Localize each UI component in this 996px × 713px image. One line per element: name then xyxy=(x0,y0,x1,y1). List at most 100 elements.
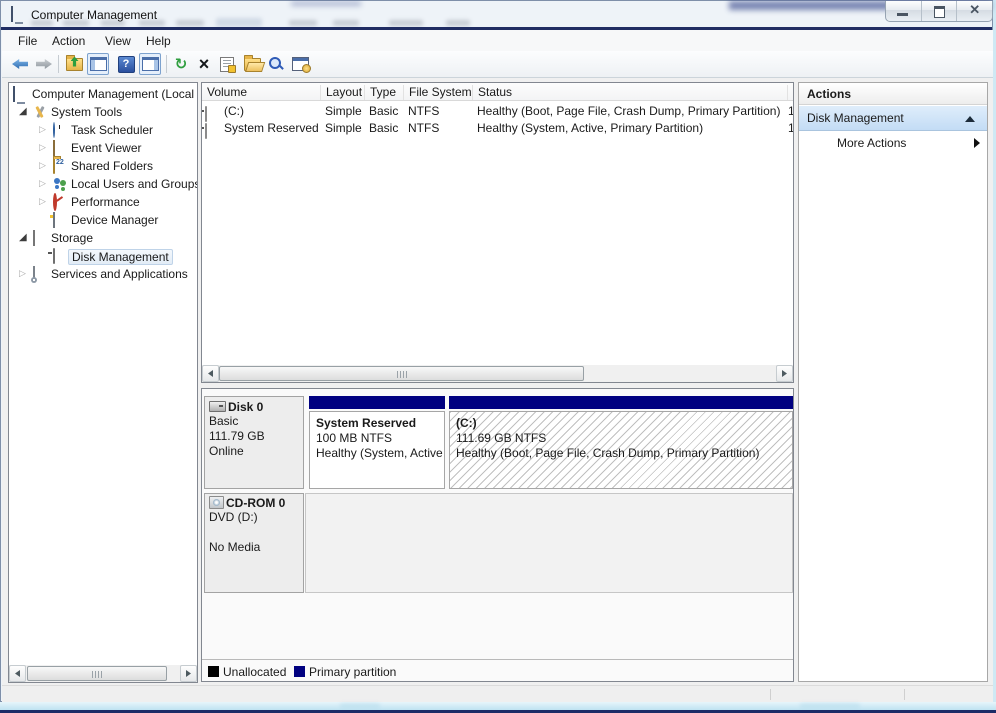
tree-item-local-users-and-groups[interactable]: ▷ Local Users and Groups xyxy=(9,175,197,193)
properties-button[interactable] xyxy=(216,53,238,75)
cdrom-media-area[interactable] xyxy=(305,493,793,593)
up-one-level-button[interactable] xyxy=(63,53,85,75)
status-bar xyxy=(2,685,993,702)
device-manager-icon xyxy=(53,212,55,228)
open-button[interactable] xyxy=(241,53,263,75)
tree-item-computer-management[interactable]: Computer Management (Local xyxy=(9,85,197,103)
collapsed-triangle-icon[interactable]: ▷ xyxy=(39,141,51,155)
collapsed-triangle-icon[interactable]: ▷ xyxy=(39,123,51,137)
tree-item-disk-management[interactable]: Disk Management xyxy=(9,247,197,265)
disk0-info-cell[interactable]: Disk 0 Basic 111.79 GB Online xyxy=(204,396,304,489)
menu-bar: File Action View Help xyxy=(2,30,993,51)
partition-status: Healthy (System, Active xyxy=(316,446,438,461)
storage-icon xyxy=(33,230,35,246)
refresh-button[interactable]: ↻ xyxy=(170,53,192,75)
scroll-right-button[interactable] xyxy=(776,365,793,382)
cell-file-system: NTFS xyxy=(408,121,470,135)
column-header-capacity[interactable]: C xyxy=(787,85,794,100)
menu-help[interactable]: Help xyxy=(142,33,175,49)
scrollbar-thumb[interactable] xyxy=(27,666,167,681)
forward-button[interactable] xyxy=(33,53,55,75)
cdrom-state: No Media xyxy=(209,540,299,555)
background-window-blur xyxy=(289,20,317,26)
unallocated-swatch xyxy=(208,666,219,677)
tree-item-shared-folders[interactable]: ▷ Shared Folders xyxy=(9,157,197,175)
cell-capacity: 10 xyxy=(788,121,794,135)
show-action-pane-button[interactable] xyxy=(139,53,161,75)
partition-system-reserved[interactable]: System Reserved 100 MB NTFS Healthy (Sys… xyxy=(309,396,445,489)
primary-partition-bar xyxy=(309,396,445,409)
find-button[interactable] xyxy=(265,53,287,75)
scroll-left-button[interactable] xyxy=(9,665,26,682)
partition-detail: 100 MB NTFS xyxy=(316,431,438,446)
task-scheduler-icon xyxy=(53,122,55,138)
cell-status: Healthy (System, Active, Primary Partiti… xyxy=(477,121,785,135)
open-folder-icon xyxy=(244,58,261,71)
action-pane-icon xyxy=(142,57,159,71)
scrollbar-thumb[interactable] xyxy=(219,366,584,381)
collapse-group-icon[interactable] xyxy=(965,116,975,122)
submenu-arrow-icon xyxy=(974,138,980,148)
menu-file[interactable]: File xyxy=(14,33,41,49)
title-bar[interactable]: Computer Management ✕ xyxy=(1,1,992,27)
disk-graphical-pane: Disk 0 Basic 111.79 GB Online System Res… xyxy=(201,388,794,682)
tree-item-label: Services and Applications xyxy=(51,267,188,281)
back-icon xyxy=(12,59,28,69)
close-button[interactable]: ✕ xyxy=(957,1,992,21)
tree-item-storage[interactable]: ◢ Storage xyxy=(9,229,197,247)
collapsed-triangle-icon[interactable]: ▷ xyxy=(39,159,51,173)
tree-item-services-and-applications[interactable]: ▷ Services and Applications xyxy=(9,265,197,283)
minimize-button[interactable] xyxy=(886,1,922,21)
column-header-status[interactable]: Status xyxy=(472,85,787,100)
cell-type: Basic xyxy=(369,121,404,135)
column-header-volume[interactable]: Volume xyxy=(202,85,320,100)
partition-detail: 111.69 GB NTFS xyxy=(456,431,786,446)
volume-row-c[interactable]: (C:) Simple Basic NTFS Healthy (Boot, Pa… xyxy=(202,102,793,119)
volume-list-horizontal-scrollbar[interactable] xyxy=(202,365,793,382)
desktop-blur xyxy=(800,704,860,707)
volume-row-system-reserved[interactable]: System Reserved Simple Basic NTFS Health… xyxy=(202,119,793,136)
more-actions-item[interactable]: More Actions xyxy=(799,132,987,154)
help-button[interactable]: ? xyxy=(115,53,137,75)
help-icon: ? xyxy=(118,56,135,73)
find-icon xyxy=(268,56,284,72)
column-header-type[interactable]: Type xyxy=(364,85,403,100)
tree-item-task-scheduler[interactable]: ▷ Task Scheduler xyxy=(9,121,197,139)
partition-c[interactable]: (C:) 111.69 GB NTFS Healthy (Boot, Page … xyxy=(449,396,793,489)
cell-capacity: 11 xyxy=(788,104,794,118)
scroll-left-button[interactable] xyxy=(202,365,219,382)
show-console-tree-button[interactable] xyxy=(87,53,109,75)
delete-button[interactable]: × xyxy=(193,53,215,75)
hard-disk-icon xyxy=(209,401,226,412)
collapsed-triangle-icon[interactable]: ▷ xyxy=(39,177,51,191)
menu-view[interactable]: View xyxy=(101,33,135,49)
column-header-layout[interactable]: Layout xyxy=(320,85,364,100)
scroll-right-button[interactable] xyxy=(180,665,197,682)
menu-action[interactable]: Action xyxy=(48,33,89,49)
back-button[interactable] xyxy=(9,53,31,75)
computer-icon xyxy=(13,86,15,102)
collapsed-triangle-icon[interactable]: ▷ xyxy=(39,195,51,209)
expanded-triangle-icon[interactable]: ◢ xyxy=(19,105,31,119)
window-controls: ✕ xyxy=(885,1,993,22)
desktop-blur xyxy=(340,704,380,707)
expanded-triangle-icon[interactable]: ◢ xyxy=(19,231,31,245)
background-window-blur xyxy=(333,20,359,26)
console-tree-pane: Computer Management (Local ◢ System Tool… xyxy=(8,82,198,683)
actions-group-disk-management[interactable]: Disk Management xyxy=(799,106,987,131)
background-window-blur xyxy=(216,18,262,27)
cdrom-kind: DVD (D:) xyxy=(209,510,299,525)
restore-button[interactable] xyxy=(922,1,958,21)
column-header-file-system[interactable]: File System xyxy=(403,85,472,100)
customize-button[interactable] xyxy=(289,53,311,75)
tree-item-event-viewer[interactable]: ▷ Event Viewer xyxy=(9,139,197,157)
console-tree-icon xyxy=(90,57,107,71)
tree-item-performance[interactable]: ▷ Performance xyxy=(9,193,197,211)
tree-item-system-tools[interactable]: ◢ System Tools xyxy=(9,103,197,121)
scroll-left-icon xyxy=(15,670,20,677)
tree-item-device-manager[interactable]: Device Manager xyxy=(9,211,197,229)
cdrom-info-cell[interactable]: CD-ROM 0 DVD (D:) No Media xyxy=(204,493,304,593)
tree-horizontal-scrollbar[interactable] xyxy=(9,665,197,682)
collapsed-triangle-icon[interactable]: ▷ xyxy=(19,267,31,281)
cdrom-name: CD-ROM 0 xyxy=(226,496,285,510)
